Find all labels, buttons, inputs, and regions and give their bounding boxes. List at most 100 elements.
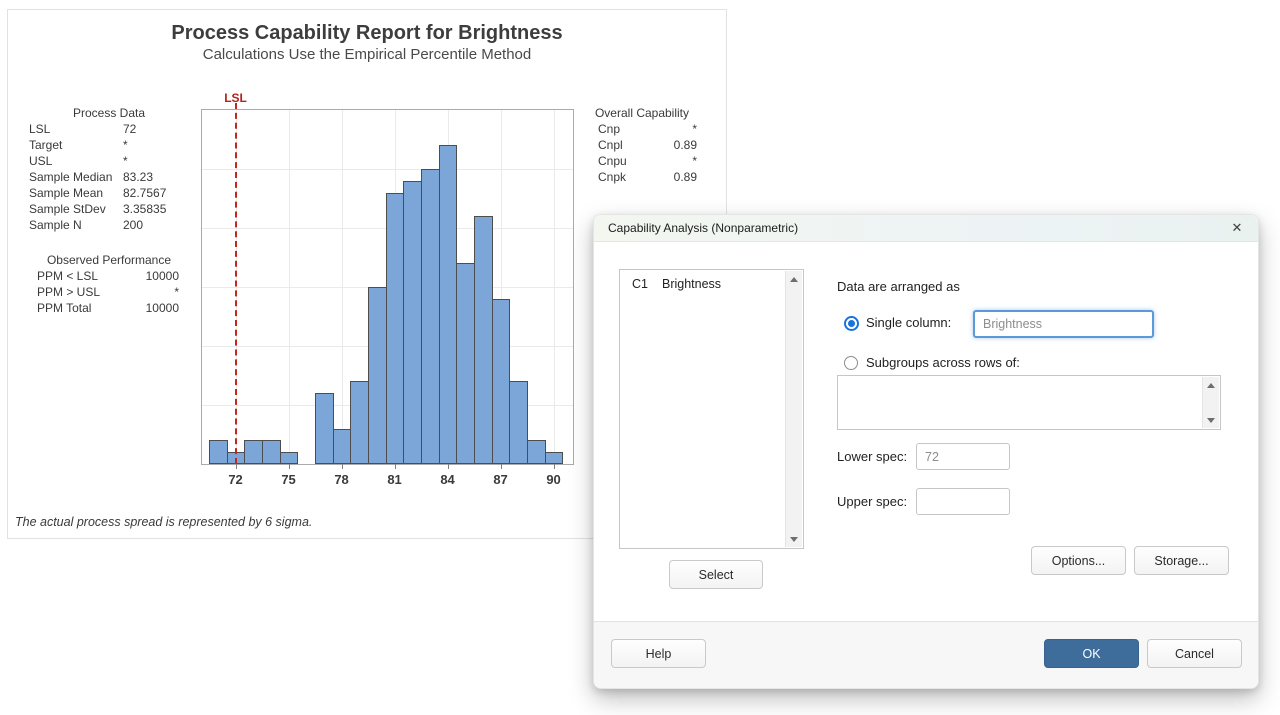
stat-value: 0.89 (674, 138, 697, 152)
lower-spec-label: Lower spec: (837, 449, 907, 464)
x-tick-label: 90 (536, 472, 572, 487)
histogram-bar (209, 440, 228, 464)
scroll-down-button[interactable] (786, 531, 802, 547)
stat-value: 83.23 (123, 170, 153, 184)
y-gridline (202, 169, 573, 170)
column-name: Brightness (662, 277, 721, 291)
upper-spec-label: Upper spec: (837, 494, 907, 509)
subgroups-label: Subgroups across rows of: (866, 355, 1020, 370)
stat-row: PPM > USL * (29, 285, 179, 301)
chart-subtitle: Calculations Use the Empirical Percentil… (8, 46, 726, 63)
histogram-bar (262, 440, 281, 464)
histogram-bar (474, 216, 493, 464)
stat-row: Cnpu * (592, 154, 697, 170)
stat-row: Cnpk 0.89 (592, 170, 697, 186)
dialog-titlebar[interactable]: Capability Analysis (Nonparametric) ✕ (594, 215, 1258, 242)
dialog-title: Capability Analysis (Nonparametric) (608, 215, 798, 242)
histogram-bar (509, 381, 528, 464)
histogram-bar (315, 393, 334, 464)
stat-row: Sample Mean 82.7567 (29, 186, 179, 202)
x-tick-label: 78 (324, 472, 360, 487)
x-tick (395, 464, 396, 469)
histogram-bar (545, 452, 564, 464)
x-tick (342, 464, 343, 469)
stat-value: 82.7567 (123, 186, 166, 200)
stat-label: Cnpu (598, 154, 627, 168)
subgroups-radio[interactable] (844, 356, 858, 370)
stat-value: * (692, 154, 697, 168)
stat-label: PPM Total (37, 301, 91, 315)
x-tick-label: 72 (218, 472, 254, 487)
ok-button[interactable]: OK (1044, 639, 1139, 668)
stat-row: Target* (29, 138, 179, 154)
arrow-up-icon (1207, 383, 1215, 388)
stat-label: Cnpk (598, 170, 626, 184)
histogram-bar (403, 181, 422, 464)
stat-row: Sample Median83.23 (29, 170, 179, 186)
stat-label: PPM > USL (37, 285, 100, 299)
stat-label: PPM < LSL (37, 269, 98, 283)
storage-button[interactable]: Storage... (1134, 546, 1229, 575)
arrow-up-icon (790, 277, 798, 282)
help-button[interactable]: Help (611, 639, 706, 668)
stat-value: 10000 (146, 301, 179, 315)
stat-label: Sample N (29, 218, 82, 232)
stat-row: PPM Total 10000 (29, 301, 179, 317)
radio-dot (848, 320, 855, 327)
histogram-bar (421, 169, 440, 464)
process-data-table: LSL72Target*USL*Sample Median83.23Sample… (29, 122, 179, 234)
subgroups-scrollbar[interactable] (1202, 377, 1219, 428)
stat-row: LSL72 (29, 122, 179, 138)
stat-value: * (692, 122, 697, 136)
x-tick (554, 464, 555, 469)
histogram-bar (386, 193, 405, 464)
select-button[interactable]: Select (669, 560, 763, 589)
subgroups-input[interactable] (837, 375, 1221, 430)
stat-row: Sample N200 (29, 218, 179, 234)
stat-value: 0.89 (674, 170, 697, 184)
stat-value: * (174, 285, 179, 299)
histogram-bar (527, 440, 546, 464)
histogram-bar (350, 381, 369, 464)
stat-row: Sample StDev 3.35835 (29, 202, 179, 218)
column-id: C1 (632, 277, 648, 291)
stat-label: Cnp (598, 122, 620, 136)
cancel-button[interactable]: Cancel (1147, 639, 1242, 668)
stat-label: LSL (29, 122, 50, 136)
listbox-scrollbar[interactable] (785, 271, 802, 547)
data-arranged-label: Data are arranged as (837, 279, 960, 294)
x-gridline (289, 110, 290, 464)
upper-spec-input[interactable] (916, 488, 1010, 515)
x-tick (236, 464, 237, 469)
scroll-up-button[interactable] (786, 271, 802, 287)
histogram-bar (333, 429, 352, 464)
lower-spec-input[interactable] (916, 443, 1010, 470)
x-tick-label: 75 (271, 472, 307, 487)
options-button[interactable]: Options... (1031, 546, 1126, 575)
overall-capability-table: Cnp*Cnpl0.89Cnpu*Cnpk0.89 (592, 122, 697, 186)
single-column-input[interactable] (973, 310, 1154, 338)
histogram-bar (244, 440, 263, 464)
histogram-plot: 72757881848790 (201, 109, 574, 465)
x-tick (448, 464, 449, 469)
histogram-bar (280, 452, 299, 464)
arrow-down-icon (1207, 418, 1215, 423)
arrow-down-icon (790, 537, 798, 542)
stat-value: * (123, 138, 128, 152)
stat-label: Sample Mean (29, 186, 103, 200)
stat-value: 3.35835 (123, 202, 166, 216)
column-listbox[interactable]: C1 Brightness (619, 269, 804, 549)
stat-label: USL (29, 154, 52, 168)
stat-label: Sample StDev (29, 202, 106, 216)
overall-capability-heading: Overall Capability (587, 106, 697, 120)
scroll-down-button[interactable] (1203, 412, 1219, 428)
stat-row: PPM < LSL 10000 (29, 269, 179, 285)
single-column-radio[interactable] (844, 316, 859, 331)
list-item[interactable]: C1 Brightness (620, 277, 785, 295)
chart-footnote: The actual process spread is represented… (15, 515, 312, 529)
stat-row: USL* (29, 154, 179, 170)
stat-value: 10000 (146, 269, 179, 283)
close-icon[interactable]: ✕ (1228, 219, 1246, 237)
scroll-up-button[interactable] (1203, 377, 1219, 393)
single-column-label: Single column: (866, 315, 951, 330)
